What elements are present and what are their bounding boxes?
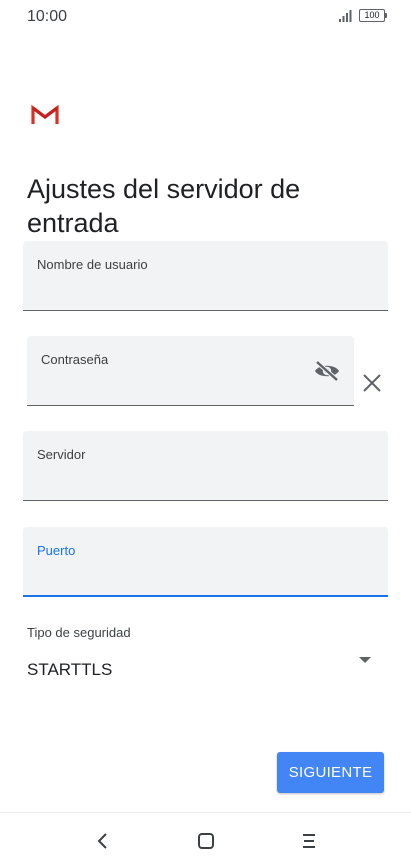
port-field[interactable]: Puerto bbox=[23, 527, 388, 597]
status-bar: 10:00 100 bbox=[0, 0, 411, 36]
username-label: Nombre de usuario bbox=[37, 257, 148, 272]
server-label: Servidor bbox=[37, 447, 86, 462]
username-field[interactable]: Nombre de usuario bbox=[23, 241, 388, 311]
status-time: 10:00 bbox=[27, 8, 68, 25]
password-label: Contraseña bbox=[41, 352, 109, 367]
security-type-label: Tipo de seguridad bbox=[27, 625, 131, 640]
security-type-value: STARTTLS bbox=[27, 660, 113, 679]
server-input[interactable] bbox=[37, 470, 374, 492]
username-input[interactable] bbox=[37, 280, 374, 302]
back-icon[interactable] bbox=[91, 829, 115, 853]
password-input[interactable] bbox=[41, 375, 304, 397]
security-type-dropdown[interactable]: STARTTLS bbox=[27, 648, 379, 688]
navigation-bar bbox=[0, 812, 411, 868]
menu-icon[interactable] bbox=[297, 829, 321, 853]
next-button[interactable]: SIGUIENTE bbox=[277, 752, 384, 793]
close-icon[interactable] bbox=[361, 372, 383, 394]
incoming-server-settings-screen: 10:00 100 Ajustes del servidor de entrad… bbox=[0, 0, 411, 868]
home-icon[interactable] bbox=[194, 829, 218, 853]
server-field[interactable]: Servidor bbox=[23, 431, 388, 501]
visibility-off-icon[interactable] bbox=[313, 360, 341, 382]
battery-icon: 100 bbox=[359, 9, 387, 22]
port-label: Puerto bbox=[37, 543, 76, 558]
gmail-logo bbox=[31, 104, 59, 124]
password-field[interactable]: Contraseña bbox=[27, 336, 354, 406]
page-title: Ajustes del servidor de entrada bbox=[27, 174, 301, 239]
port-input[interactable] bbox=[37, 565, 374, 587]
battery-level: 100 bbox=[364, 10, 380, 20]
status-indicators: 100 bbox=[339, 9, 387, 22]
signal-icon bbox=[339, 9, 352, 22]
dropdown-arrow-icon bbox=[359, 657, 371, 663]
